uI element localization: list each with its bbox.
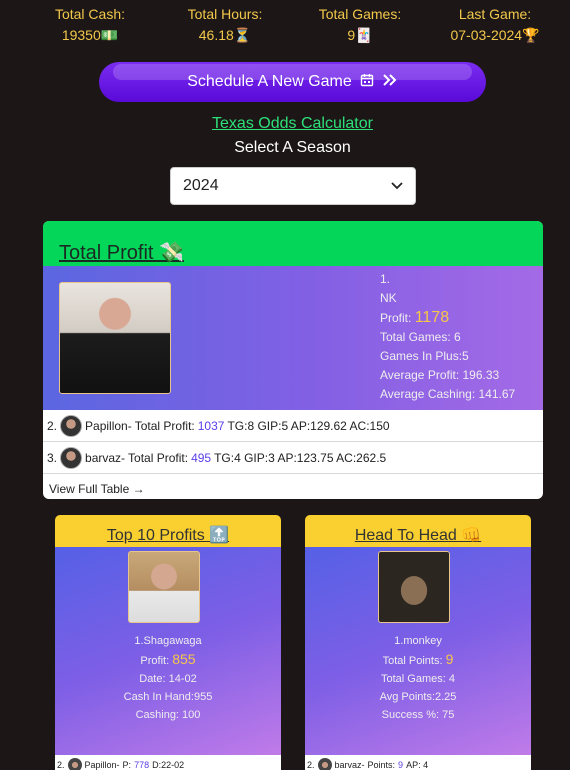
stat-value: 46.18⏳ — [198, 27, 252, 43]
calendar-icon — [360, 73, 374, 92]
table-row[interactable]: 3. barvaz- Total Profit: 495 TG:4 GIP:3 … — [43, 443, 543, 474]
leader-total-games: Total Games: 6 — [380, 330, 461, 344]
points-label: Total Points: — [382, 655, 443, 667]
row-name: Papillon- — [84, 760, 120, 770]
profit-label: Profit: — [140, 655, 170, 667]
row-rank: 3. — [47, 451, 58, 465]
total-profit-card: Total Profit 💸 1. NK Profit: 1178 Total … — [43, 221, 543, 499]
head-to-head-card: Head To Head 👊 1.monkey Total Points: 9 … — [305, 515, 531, 770]
h2h-avg-points: Avg Points:2.25 — [379, 691, 457, 703]
top10-title[interactable]: Top 10 Profits 🔝 — [55, 515, 281, 547]
top10-date: Date: 14-02 — [139, 673, 197, 685]
row-stats: TG:4 GIP:3 AP:123.75 AC:262.5 — [214, 451, 387, 465]
stat-label: Total Cash: — [54, 6, 126, 22]
avatar — [60, 415, 83, 437]
stat-total-games: Total Games: 9🃏 — [300, 6, 420, 44]
stat-last-game: Last Game: 07-03-2024🏆 — [435, 6, 555, 44]
list-item[interactable]: 2. Papillon- P: 778 D:22-02 — [55, 755, 281, 770]
select-season-label: Select A Season — [234, 139, 351, 156]
leader-games-in-plus: Games In Plus:5 — [380, 349, 469, 363]
top10-leader-name: 1.Shagawaga — [134, 635, 202, 647]
texas-odds-calculator-link[interactable]: Texas Odds Calculator — [0, 115, 570, 133]
stat-label: Last Game: — [458, 6, 532, 22]
leader-average-profit: Average Profit: 196.33 — [380, 368, 500, 382]
profit-value: 855 — [172, 651, 196, 667]
profit-label: Profit: — [380, 311, 412, 325]
schedule-new-game-button[interactable]: Schedule A New Game — [99, 62, 486, 102]
season-select-value: 2024 — [183, 177, 219, 194]
stat-total-hours: Total Hours: 46.18⏳ — [165, 6, 285, 44]
head-to-head-body: 1.monkey Total Points: 9 Total Games: 4 … — [305, 547, 531, 755]
row-label: P: — [122, 760, 132, 770]
row-label: Points: — [367, 760, 396, 770]
row-rank: 2. — [307, 760, 315, 770]
table-row[interactable]: 2. Papillon- Total Profit: 1037 TG:8 GIP… — [43, 411, 543, 442]
row-extra: AP: 4 — [406, 760, 429, 770]
row-value: 495 — [191, 451, 212, 465]
top10-cash-in-hand: Cash In Hand:955 — [123, 691, 213, 703]
avatar — [60, 447, 83, 469]
row-value: 1037 — [197, 419, 225, 433]
row-label: Total Profit: — [128, 451, 189, 465]
chevron-down-icon — [391, 177, 403, 195]
schedule-button-label: Schedule A New Game — [187, 73, 352, 90]
h2h-points: Total Points: 9 — [305, 650, 531, 670]
double-chevron-right-icon — [382, 73, 398, 92]
stats-bar: Total Cash: 19350💵 Total Hours: 46.18⏳ T… — [0, 6, 570, 50]
leader-average-cashing: Average Cashing: 141.67 — [380, 387, 516, 401]
leader-avatar — [59, 282, 171, 394]
head-to-head-lines: 1.monkey Total Points: 9 Total Games: 4 … — [305, 632, 531, 724]
total-profit-header: Total Profit 💸 — [43, 221, 543, 266]
row-rank: 2. — [47, 419, 58, 433]
profit-value: 1178 — [414, 309, 450, 326]
avatar — [317, 758, 332, 770]
stat-total-cash: Total Cash: 19350💵 — [30, 6, 150, 44]
stat-value: 07-03-2024🏆 — [450, 27, 540, 43]
leader-name: NK — [380, 291, 397, 305]
top10-cashing: Cashing: 100 — [135, 709, 201, 721]
row-extra: D:22-02 — [152, 760, 185, 770]
stat-label: Total Games: — [318, 6, 402, 22]
top10-profits-card: Top 10 Profits 🔝 1.Shagawaga Profit: 855… — [55, 515, 281, 770]
row-name: barvaz- — [85, 451, 126, 465]
leader-profit: Profit: 1178 — [380, 308, 515, 328]
top10-leader-avatar — [128, 551, 200, 623]
total-profit-title[interactable]: Total Profit 💸 — [59, 240, 184, 265]
top10-lines: 1.Shagawaga Profit: 855 Date: 14-02 Cash… — [55, 632, 281, 724]
row-rank: 2. — [57, 760, 65, 770]
total-profit-leader: 1. NK Profit: 1178 Total Games: 6 Games … — [43, 266, 543, 410]
stat-value: 19350💵 — [61, 27, 119, 43]
season-select[interactable]: 2024 — [170, 167, 416, 205]
h2h-leader-name: 1.monkey — [394, 635, 442, 647]
view-full-table-link[interactable]: View Full Table → — [49, 482, 145, 496]
list-item[interactable]: 2. barvaz- Points: 9 AP: 4 — [305, 755, 531, 770]
row-value: 778 — [134, 760, 150, 770]
top10-body: 1.Shagawaga Profit: 855 Date: 14-02 Cash… — [55, 547, 281, 755]
row-name: barvaz- — [334, 760, 365, 770]
leader-rank: 1. — [380, 272, 391, 286]
h2h-total-games: Total Games: 4 — [381, 673, 455, 685]
leader-info: 1. NK Profit: 1178 Total Games: 6 Games … — [380, 270, 515, 404]
stat-value: 9🃏 — [347, 27, 373, 43]
head-to-head-title[interactable]: Head To Head 👊 — [305, 515, 531, 547]
row-value: 9 — [398, 760, 404, 770]
top10-profit: Profit: 855 — [55, 650, 281, 670]
points-value: 9 — [445, 651, 454, 667]
row-label: Total Profit: — [134, 419, 195, 433]
row-stats: TG:8 GIP:5 AP:129.62 AC:150 — [227, 419, 390, 433]
h2h-success: Success %: 75 — [381, 709, 455, 721]
avatar — [67, 758, 82, 770]
head-to-head-leader-avatar — [378, 551, 450, 623]
row-name: Papillon- — [85, 419, 132, 433]
stat-label: Total Hours: — [187, 6, 263, 22]
